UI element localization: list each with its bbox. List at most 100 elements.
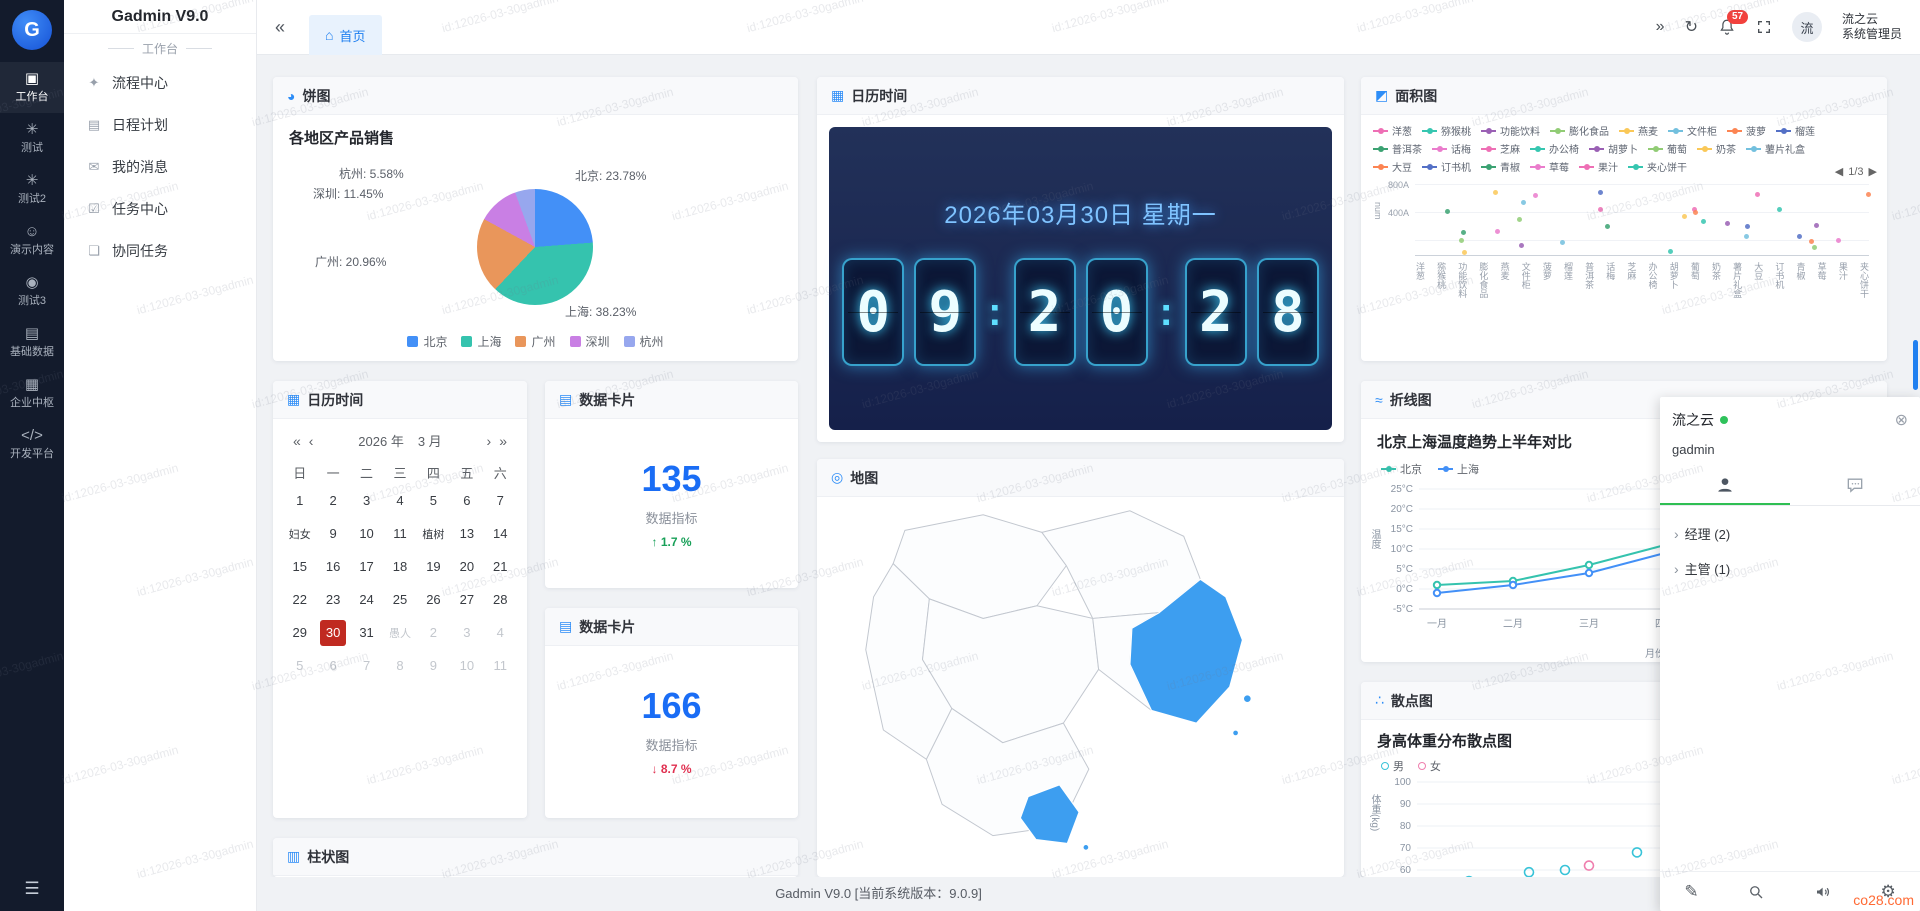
refresh-icon[interactable]: ↻ [1685, 17, 1698, 37]
calendar-day[interactable]: 9 [316, 517, 349, 550]
area-legend-item[interactable]: 葡萄 [1648, 141, 1687, 156]
calendar-day[interactable]: 30 [316, 616, 349, 649]
calendar-day[interactable]: 25 [383, 583, 416, 616]
calendar-day[interactable]: 13 [450, 517, 483, 550]
rail-item-6[interactable]: ▤基础数据 [0, 317, 64, 368]
rail-item-2[interactable]: ✳测试 [0, 113, 64, 164]
calendar-day[interactable]: 愚人 [383, 616, 416, 649]
area-legend-item[interactable]: 大豆 [1373, 159, 1412, 174]
area-legend-item[interactable]: 话梅 [1432, 141, 1471, 156]
calendar-day[interactable]: 18 [383, 550, 416, 583]
sidebar-menu-item-3[interactable]: ✉我的消息 [64, 146, 256, 188]
sidebar-collapse-icon[interactable]: « [275, 17, 285, 38]
area-legend-item[interactable]: 胡萝卜 [1589, 141, 1638, 156]
pager-next-icon[interactable]: ▶ [1869, 165, 1877, 178]
close-icon[interactable]: ⊗ [1895, 410, 1908, 430]
pie-legend-item[interactable]: 杭州 [624, 333, 664, 350]
contact-group-1[interactable]: ›经理 (2) [1666, 516, 1914, 551]
calendar-day[interactable]: 11 [484, 649, 517, 682]
tab-contacts[interactable] [1660, 467, 1790, 505]
map-island[interactable] [1232, 730, 1238, 736]
contact-group-2[interactable]: ›主管 (1) [1666, 551, 1914, 586]
sidebar-menu-item-4[interactable]: ☑任务中心 [64, 188, 256, 230]
calendar-day[interactable]: 27 [450, 583, 483, 616]
sidebar-menu-item-5[interactable]: ❏协同任务 [64, 230, 256, 272]
map-island[interactable] [1082, 844, 1088, 850]
calendar-day[interactable]: 6 [450, 484, 483, 517]
area-legend-item[interactable]: 果汁 [1579, 159, 1618, 174]
area-legend-item[interactable]: 文件柜 [1668, 123, 1717, 138]
area-legend-item[interactable]: 膨化食品 [1550, 123, 1609, 138]
calendar-day[interactable]: 7 [350, 649, 383, 682]
calendar-day[interactable]: 14 [484, 517, 517, 550]
calendar-day[interactable]: 5 [417, 484, 450, 517]
rail-item-4[interactable]: ☺演示内容 [0, 215, 64, 266]
calendar-day[interactable]: 26 [417, 583, 450, 616]
rail-item-1[interactable]: ▣工作台 [0, 62, 64, 113]
calendar-day[interactable]: 10 [450, 649, 483, 682]
pager-prev-icon[interactable]: ◀ [1835, 165, 1843, 178]
calendar-day[interactable]: 4 [484, 616, 517, 649]
pie-legend-item[interactable]: 上海 [461, 333, 501, 350]
edit-icon[interactable]: ✎ [1684, 882, 1698, 902]
calendar-day[interactable]: 3 [450, 616, 483, 649]
calendar-day[interactable]: 9 [417, 649, 450, 682]
calendar-day[interactable]: 20 [450, 550, 483, 583]
calendar-day[interactable]: 24 [350, 583, 383, 616]
tab-messages[interactable] [1790, 467, 1920, 505]
area-legend-item[interactable]: 奶茶 [1697, 141, 1736, 156]
calendar-day[interactable]: 28 [484, 583, 517, 616]
app-logo[interactable]: G [12, 10, 52, 50]
search-icon[interactable] [1747, 883, 1765, 901]
sidebar-menu-item-1[interactable]: ✦流程中心 [64, 62, 256, 104]
area-legend-item[interactable]: 洋葱 [1373, 123, 1412, 138]
area-legend-item[interactable]: 菠萝 [1727, 123, 1766, 138]
rail-item-3[interactable]: ✳测试2 [0, 164, 64, 215]
area-legend-item[interactable]: 普洱茶 [1373, 141, 1422, 156]
calendar-day[interactable]: 22 [283, 583, 316, 616]
expand-tabs-icon[interactable]: » [1656, 18, 1665, 36]
area-legend-item[interactable]: 燕麦 [1619, 123, 1658, 138]
area-legend-item[interactable]: 订书机 [1422, 159, 1471, 174]
tab-home[interactable]: ⌂ 首页 [309, 15, 381, 55]
calendar-day[interactable]: 21 [484, 550, 517, 583]
area-legend-item[interactable]: 夹心饼干 [1628, 159, 1687, 174]
calendar-day[interactable]: 31 [350, 616, 383, 649]
next-year-button[interactable]: » [495, 433, 511, 449]
prev-year-button[interactable]: « [289, 433, 305, 449]
next-month-button[interactable]: › [483, 433, 496, 449]
rail-item-7[interactable]: ▦企业中枢 [0, 368, 64, 419]
area-plot[interactable] [1415, 184, 1869, 256]
calendar-day[interactable]: 16 [316, 550, 349, 583]
user-info[interactable]: 流之云 系统管理员 [1842, 12, 1902, 42]
calendar-day[interactable]: 3 [350, 484, 383, 517]
map-island[interactable] [1243, 695, 1251, 703]
area-legend-item[interactable]: 猕猴桃 [1422, 123, 1471, 138]
pie-graphic[interactable] [477, 189, 593, 305]
scatter-legend-item[interactable]: 女 [1418, 758, 1441, 774]
calendar-day[interactable]: 8 [383, 649, 416, 682]
area-legend-item[interactable]: 青椒 [1481, 159, 1520, 174]
calendar-day[interactable]: 17 [350, 550, 383, 583]
calendar-day[interactable]: 4 [383, 484, 416, 517]
calendar-day[interactable]: 植树 [417, 517, 450, 550]
fullscreen-button[interactable] [1756, 19, 1772, 35]
hamburger-menu-icon[interactable]: ☰ [0, 879, 64, 899]
user-avatar[interactable]: 流 [1792, 12, 1822, 42]
area-legend-item[interactable]: 榴莲 [1776, 123, 1815, 138]
calendar-day[interactable]: 2 [417, 616, 450, 649]
calendar-day[interactable]: 10 [350, 517, 383, 550]
calendar-day[interactable]: 6 [316, 649, 349, 682]
calendar-day[interactable]: 15 [283, 550, 316, 583]
calendar-day[interactable]: 23 [316, 583, 349, 616]
rail-item-8[interactable]: </>开发平台 [0, 419, 64, 470]
line-legend-item[interactable]: 北京 [1381, 461, 1422, 477]
area-legend-item[interactable]: 办公椅 [1530, 141, 1579, 156]
year-select[interactable]: 2026 年 [358, 431, 404, 450]
area-legend-item[interactable]: 草莓 [1530, 159, 1569, 174]
calendar-day[interactable]: 2 [316, 484, 349, 517]
calendar-day[interactable]: 19 [417, 550, 450, 583]
pie-legend-item[interactable]: 广州 [515, 333, 555, 350]
speaker-icon[interactable] [1814, 883, 1832, 901]
area-legend-item[interactable]: 功能饮料 [1481, 123, 1540, 138]
